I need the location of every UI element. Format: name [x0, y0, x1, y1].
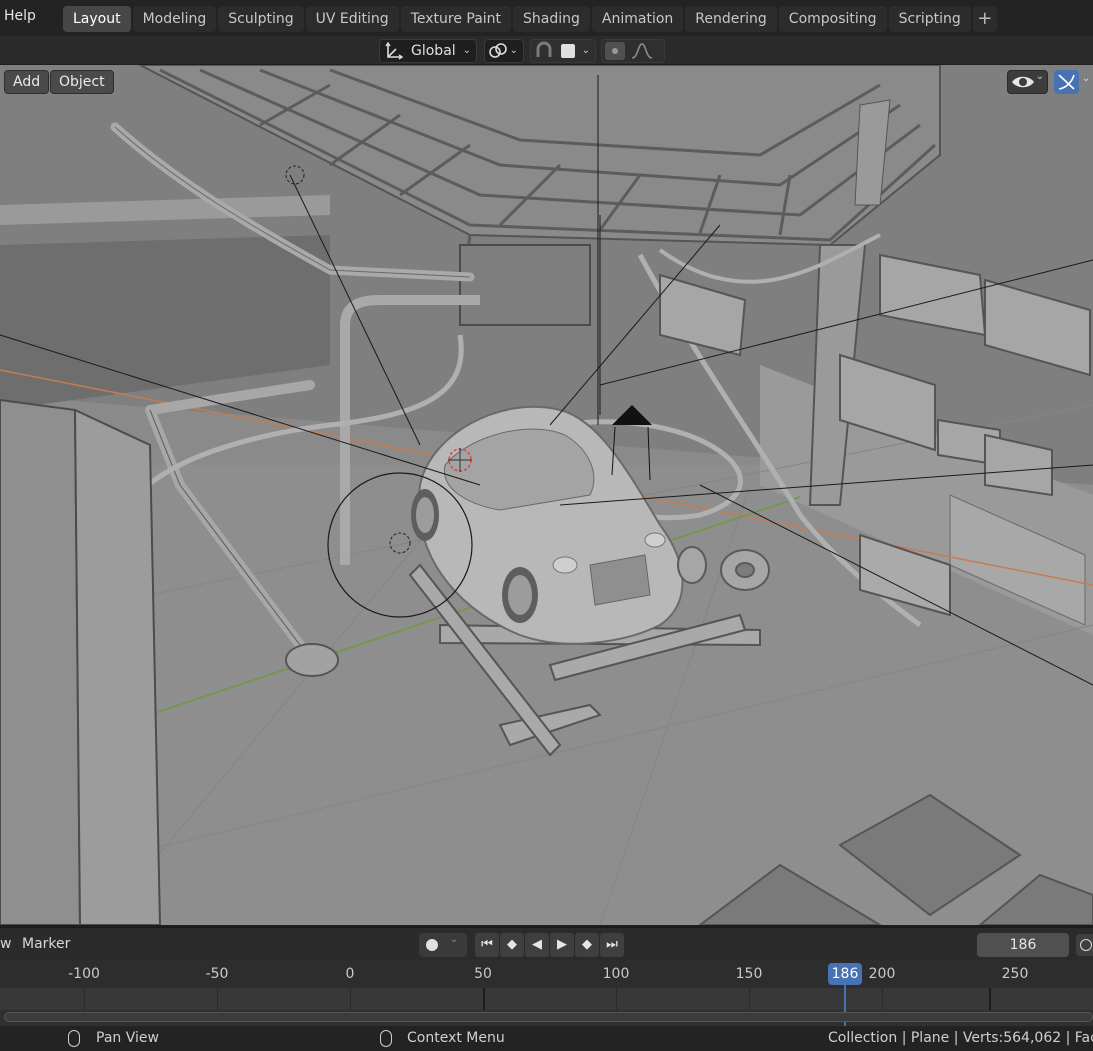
ruler-label: 200 — [868, 966, 896, 982]
prev-keyframe-button[interactable]: ◆ — [500, 933, 524, 957]
tab-sculpting[interactable]: Sculpting — [218, 6, 304, 32]
chevron-down-icon: ⌄ — [1035, 71, 1044, 82]
help-menu[interactable]: Help — [4, 8, 36, 24]
play-button[interactable]: ▶ — [550, 933, 574, 957]
grid-line — [882, 988, 883, 1010]
top-bar: Help Layout Modeling Sculpting UV Editin… — [0, 0, 1093, 36]
transform-pivot-icon — [489, 43, 507, 58]
grid-line — [84, 988, 85, 1010]
tab-compositing[interactable]: Compositing — [778, 6, 887, 32]
tab-scripting[interactable]: Scripting — [888, 6, 971, 32]
tab-layout[interactable]: Layout — [63, 6, 131, 32]
grid-line — [616, 988, 617, 1010]
play-reverse-button[interactable]: ◀ — [525, 933, 549, 957]
playhead-label[interactable]: 186 — [828, 963, 862, 985]
timeline-scrollbar[interactable] — [4, 1012, 1093, 1022]
keyframe-track[interactable] — [0, 988, 1093, 1010]
ruler-label: -50 — [205, 966, 229, 982]
visibility-dropdown[interactable]: ⌄ — [1007, 70, 1048, 94]
grid-line — [350, 988, 351, 1010]
eye-icon — [1012, 76, 1034, 88]
record-icon — [426, 939, 438, 951]
add-workspace-button[interactable]: + — [972, 6, 997, 32]
chevron-down-icon: ⌄ — [462, 45, 471, 56]
ruler-label: 250 — [1001, 966, 1029, 982]
tab-uv-editing[interactable]: UV Editing — [305, 6, 399, 32]
snap-magnet-icon — [536, 41, 552, 57]
ruler-label: 50 — [474, 966, 492, 982]
grid-line — [749, 988, 750, 1010]
frame-ruler[interactable]: -100 -50 0 50 100 150 200 250 — [0, 960, 1093, 988]
snap-toggle[interactable]: ⌄ — [530, 39, 596, 63]
tab-rendering[interactable]: Rendering — [685, 6, 777, 32]
timeline-header: w Marker ⌄ ⏮ ◆ ◀ ▶ ◆ ⏭ 186 — [0, 927, 1093, 960]
ruler-label: 0 — [345, 966, 355, 982]
ruler-label: 100 — [602, 966, 630, 982]
add-menu[interactable]: Add — [4, 70, 50, 94]
snap-target-icon — [561, 44, 575, 58]
gizmo-icon — [1058, 74, 1075, 90]
tab-animation[interactable]: Animation — [591, 6, 684, 32]
ruler-label: 150 — [735, 966, 763, 982]
auto-keying-toggle[interactable]: ⌄ — [419, 933, 467, 957]
chevron-down-icon: ⌄ — [450, 934, 459, 945]
proportional-editing-toggle[interactable] — [601, 39, 665, 63]
mouse-right-icon — [380, 1030, 392, 1047]
tab-modeling[interactable]: Modeling — [132, 6, 217, 32]
current-frame-field[interactable]: 186 — [977, 933, 1069, 957]
tab-shading[interactable]: Shading — [513, 6, 590, 32]
frame-start-line — [483, 988, 485, 1010]
frame-end-line — [989, 988, 991, 1010]
viewport-header: Global ⌄ ⌄ ⌄ — [0, 36, 1093, 65]
transform-orientation-dropdown[interactable]: Global ⌄ — [379, 39, 477, 63]
jump-to-start-button[interactable]: ⏮ — [475, 933, 499, 957]
3d-viewport[interactable]: Add Object ⌄ ⌄ — [0, 65, 1093, 925]
transform-orientation-icon — [385, 41, 404, 60]
chevron-down-icon[interactable]: ⌄ — [1082, 73, 1090, 84]
jump-to-end-button[interactable]: ⏭ — [600, 933, 624, 957]
marker-menu[interactable]: Marker — [22, 936, 70, 952]
tab-texture-paint[interactable]: Texture Paint — [400, 6, 512, 32]
mouse-middle-icon — [68, 1030, 80, 1047]
chevron-down-icon: ⌄ — [581, 45, 590, 56]
pan-view-hint: Pan View — [96, 1030, 159, 1046]
chevron-down-icon: ⌄ — [509, 45, 518, 56]
context-menu-hint: Context Menu — [407, 1030, 505, 1046]
ruler-label: -100 — [68, 966, 100, 982]
grid-line — [217, 988, 218, 1010]
workspace-tabs: Layout Modeling Sculpting UV Editing Tex… — [63, 6, 997, 32]
scene-render — [0, 65, 1093, 925]
gizmo-toggle[interactable] — [1054, 70, 1079, 94]
view-menu[interactable]: w — [0, 936, 11, 952]
proportional-editing-icon — [605, 42, 625, 60]
stopwatch-icon[interactable] — [1076, 934, 1093, 956]
pivot-point-dropdown[interactable]: ⌄ — [484, 39, 524, 63]
transform-orientation-label: Global — [411, 43, 456, 59]
next-keyframe-button[interactable]: ◆ — [575, 933, 599, 957]
object-menu[interactable]: Object — [50, 70, 114, 94]
status-bar: Pan View Context Menu Collection | Plane… — [0, 1026, 1093, 1051]
scene-stats: Collection | Plane | Verts:564,062 | Fac… — [828, 1030, 1093, 1046]
falloff-curve-icon — [631, 43, 653, 59]
timeline-area[interactable]: -100 -50 0 50 100 150 200 250 186 — [0, 960, 1093, 1026]
